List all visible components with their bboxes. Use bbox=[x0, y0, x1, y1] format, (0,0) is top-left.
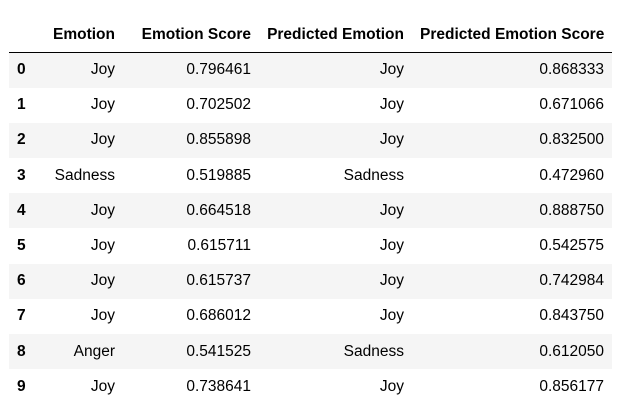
header-row: Emotion Emotion Score Predicted Emotion … bbox=[9, 17, 612, 53]
cell-emotion-score: 0.702502 bbox=[186, 96, 251, 114]
cell-emotion: Joy bbox=[90, 96, 115, 114]
table-header: Emotion Emotion Score Predicted Emotion … bbox=[9, 17, 612, 53]
dataframe-output: Emotion Emotion Score Predicted Emotion … bbox=[9, 17, 612, 404]
table-row: 5 Joy 0.615711 Joy 0.542575 bbox=[9, 228, 612, 263]
cell-emotion-score: 0.664518 bbox=[186, 201, 251, 219]
row-index: 8 bbox=[17, 342, 26, 360]
row-index: 5 bbox=[17, 237, 26, 255]
cell-emotion: Joy bbox=[90, 131, 115, 149]
table-row: 2 Joy 0.855898 Joy 0.832500 bbox=[9, 122, 612, 159]
cell-predicted-emotion-score: 0.542575 bbox=[539, 237, 604, 255]
cell-predicted-emotion: Joy bbox=[379, 237, 404, 255]
table-row: 9 Joy 0.738641 Joy 0.856177 bbox=[9, 369, 612, 404]
cell-emotion-score: 0.541525 bbox=[186, 342, 251, 360]
cell-predicted-emotion: Sadness bbox=[343, 166, 404, 184]
table-row: 3 Sadness 0.519885 Sadness 0.472960 bbox=[9, 158, 612, 193]
table-body: 0 Joy 0.796461 Joy 0.868333 1 Joy 0.7025… bbox=[9, 52, 612, 405]
cell-predicted-emotion-score: 0.742984 bbox=[539, 272, 604, 290]
row-index: 7 bbox=[17, 307, 26, 325]
dataframe-table: Emotion Emotion Score Predicted Emotion … bbox=[9, 17, 612, 404]
row-index: 6 bbox=[17, 272, 26, 290]
row-index: 1 bbox=[17, 96, 26, 114]
cell-emotion-score: 0.615711 bbox=[187, 237, 252, 255]
table-row: 8 Anger 0.541525 Sadness 0.612050 bbox=[9, 334, 612, 370]
table-row: 1 Joy 0.702502 Joy 0.671066 bbox=[9, 88, 612, 123]
cell-emotion-score: 0.686012 bbox=[186, 307, 251, 325]
table-row: 0 Joy 0.796461 Joy 0.868333 bbox=[9, 52, 612, 88]
cell-predicted-emotion: Joy bbox=[379, 201, 404, 219]
cell-emotion-score: 0.738641 bbox=[186, 377, 251, 395]
cell-predicted-emotion-score: 0.671066 bbox=[539, 96, 604, 114]
cell-predicted-emotion-score: 0.832500 bbox=[539, 131, 604, 149]
cell-emotion-score: 0.796461 bbox=[186, 61, 251, 79]
cell-predicted-emotion-score: 0.472960 bbox=[539, 166, 604, 184]
cell-predicted-emotion-score: 0.856177 bbox=[539, 377, 604, 395]
cell-predicted-emotion: Sadness bbox=[343, 342, 404, 360]
row-index: 2 bbox=[17, 131, 26, 149]
row-index: 0 bbox=[17, 61, 26, 79]
row-index: 9 bbox=[17, 377, 26, 395]
cell-emotion-score: 0.615737 bbox=[186, 272, 251, 290]
cell-emotion: Joy bbox=[90, 237, 115, 255]
cell-predicted-emotion-score: 0.612050 bbox=[539, 342, 604, 360]
cell-emotion-score: 0.519885 bbox=[186, 166, 251, 184]
column-header-emotion: Emotion bbox=[36, 17, 123, 53]
cell-emotion: Joy bbox=[90, 201, 115, 219]
table-row: 6 Joy 0.615737 Joy 0.742984 bbox=[9, 263, 612, 299]
cell-predicted-emotion: Joy bbox=[379, 272, 404, 290]
cell-emotion: Joy bbox=[90, 307, 115, 325]
column-header-predicted-emotion: Predicted Emotion bbox=[259, 17, 412, 53]
column-header-emotion-score: Emotion Score bbox=[123, 17, 259, 53]
cell-predicted-emotion: Joy bbox=[379, 131, 404, 149]
cell-predicted-emotion-score: 0.843750 bbox=[539, 307, 604, 325]
column-header-predicted-emotion-score: Predicted Emotion Score bbox=[412, 17, 612, 53]
cell-emotion: Joy bbox=[90, 377, 115, 395]
index-header bbox=[9, 17, 36, 53]
cell-predicted-emotion: Joy bbox=[379, 61, 404, 79]
cell-emotion: Sadness bbox=[54, 166, 115, 184]
cell-predicted-emotion-score: 0.888750 bbox=[539, 201, 604, 219]
cell-emotion: Joy bbox=[90, 61, 115, 79]
cell-predicted-emotion: Joy bbox=[379, 377, 404, 395]
row-index: 3 bbox=[17, 166, 26, 184]
table-row: 4 Joy 0.664518 Joy 0.888750 bbox=[9, 193, 612, 229]
table-row: 7 Joy 0.686012 Joy 0.843750 bbox=[9, 299, 612, 334]
cell-predicted-emotion: Joy bbox=[379, 307, 404, 325]
cell-emotion: Joy bbox=[90, 272, 115, 290]
cell-emotion-score: 0.855898 bbox=[186, 131, 251, 149]
row-index: 4 bbox=[17, 201, 26, 219]
cell-emotion: Anger bbox=[73, 342, 115, 360]
cell-predicted-emotion: Joy bbox=[379, 96, 404, 114]
cell-predicted-emotion-score: 0.868333 bbox=[539, 61, 604, 79]
